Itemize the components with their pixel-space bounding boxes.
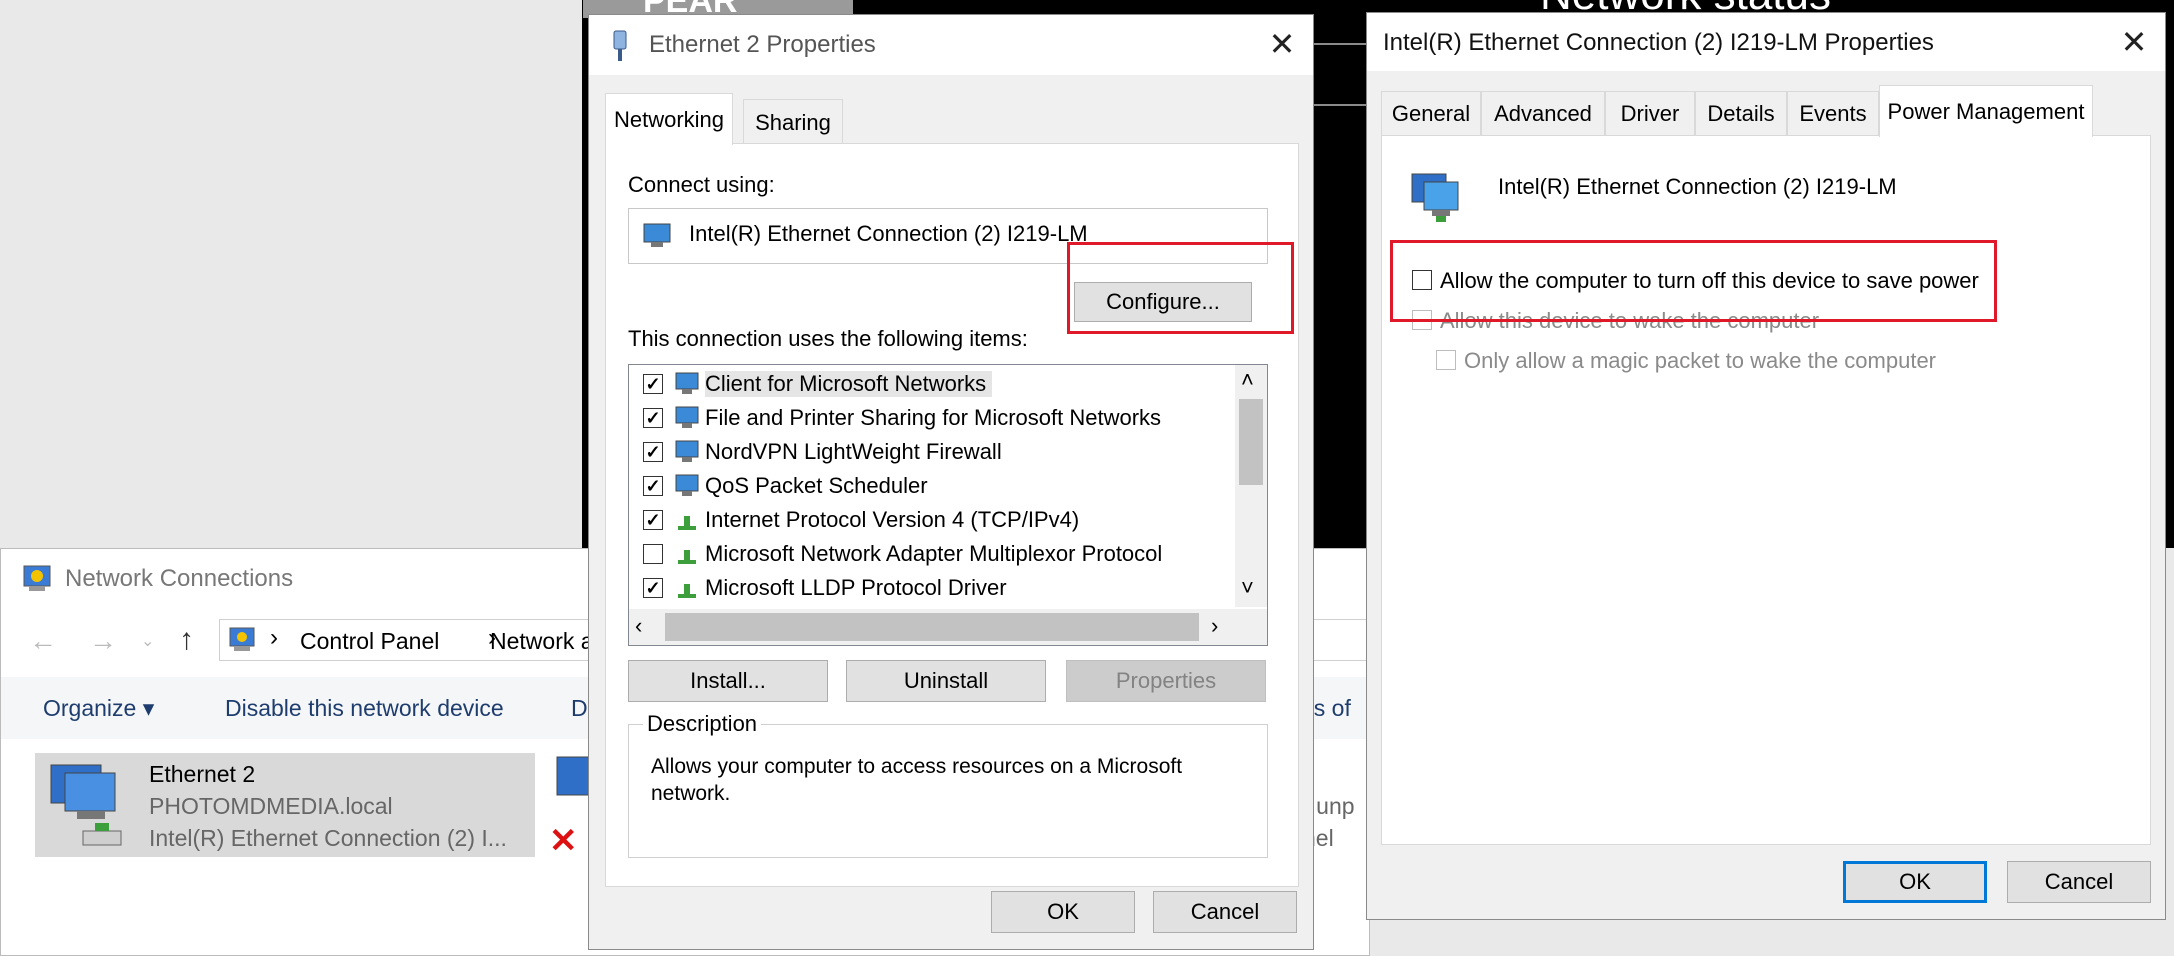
list-item[interactable]: ✓ Microsoft LLDP Protocol Driver xyxy=(629,571,1229,605)
item-label: QoS Packet Scheduler xyxy=(705,473,928,498)
magic-packet-checkbox[interactable] xyxy=(1436,350,1456,370)
close-icon[interactable]: ✕ xyxy=(2117,25,2151,59)
scroll-right-icon[interactable]: › xyxy=(1211,613,1218,639)
connection-name: Ethernet 2 xyxy=(149,761,256,787)
horizontal-scrollbar[interactable]: ‹ › xyxy=(629,609,1267,645)
tab-details[interactable]: Details xyxy=(1695,91,1787,135)
description-group: Description Allows your computer to acce… xyxy=(628,711,1268,858)
item-checkbox[interactable]: ✓ xyxy=(643,374,663,394)
network-client-icon xyxy=(675,372,699,394)
scroll-thumb[interactable] xyxy=(1239,399,1263,485)
items-list: ✓ Client for Microsoft Networks ✓ File and … xyxy=(628,364,1268,646)
scroll-down-icon[interactable]: ˅ xyxy=(1241,575,1254,601)
network-connections-icon xyxy=(23,565,51,591)
control-panel-icon xyxy=(229,627,255,651)
connection-item-2[interactable]: ✕ xyxy=(549,755,593,860)
description-text: Allows your computer to access resources… xyxy=(651,755,1183,805)
protocol-icon xyxy=(678,550,696,564)
ethernet-adapter-icon xyxy=(556,756,593,796)
ok-button[interactable]: OK xyxy=(1843,861,1987,903)
ethernet-adapter-icon xyxy=(50,764,122,846)
description-label: Description xyxy=(643,711,762,737)
item-label: Microsoft Network Adapter Multiplexor Pr… xyxy=(705,541,1163,566)
items-rows: ✓ Client for Microsoft Networks ✓ File and … xyxy=(629,367,1229,607)
connection-adapter: Intel(R) Ethernet Connection (2) I... xyxy=(149,825,507,851)
list-item[interactable]: ✓ NordVPN LightWeight Firewall xyxy=(629,435,1229,469)
item-checkbox[interactable]: ✓ xyxy=(643,442,663,462)
close-icon[interactable]: ✕ xyxy=(1265,27,1299,61)
protocol-icon xyxy=(678,516,696,530)
item-label: Client for Microsoft Networks xyxy=(705,371,993,397)
background-line-2 xyxy=(1310,104,1368,106)
tab-sharing[interactable]: Sharing xyxy=(743,99,843,145)
network-client-icon xyxy=(675,406,699,428)
tab-networking[interactable]: Networking xyxy=(605,93,733,145)
tab-events[interactable]: Events xyxy=(1787,91,1879,135)
connection-domain: PHOTOMDMEDIA.local xyxy=(149,793,393,819)
network-client-icon xyxy=(675,440,699,462)
disable-device-command[interactable]: Disable this network device xyxy=(225,695,504,722)
cancel-button[interactable]: Cancel xyxy=(1153,891,1297,933)
protocol-icon xyxy=(678,584,696,598)
item-checkbox[interactable]: ✓ xyxy=(643,510,663,530)
list-item[interactable]: ✓ QoS Packet Scheduler xyxy=(629,469,1229,503)
organize-menu[interactable]: Organize ▾ xyxy=(43,695,154,722)
breadcrumb-control-panel[interactable]: Control Panel xyxy=(300,628,439,655)
breadcrumb-network[interactable]: Network a xyxy=(490,628,594,655)
network-plug-icon xyxy=(613,30,627,61)
dialog-titlebar: Ethernet 2 Properties ✕ xyxy=(589,15,1313,75)
horizontal-scroll-thumb[interactable] xyxy=(665,613,1199,641)
items-label: This connection uses the following items… xyxy=(628,326,1028,351)
tab-advanced[interactable]: Advanced xyxy=(1481,91,1605,135)
uninstall-button[interactable]: Uninstall xyxy=(846,660,1046,702)
connection-item-ethernet-2[interactable]: Ethernet 2 PHOTOMDMEDIA.local Intel(R) E… xyxy=(35,753,535,857)
tab-driver[interactable]: Driver xyxy=(1605,91,1695,135)
item-label: Internet Protocol Version 4 (TCP/IPv4) xyxy=(705,507,1080,532)
list-item[interactable]: ✓ File and Printer Sharing for Microsoft … xyxy=(629,401,1229,435)
tab-general[interactable]: General xyxy=(1381,91,1481,135)
dialog-title: Ethernet 2 Properties xyxy=(649,31,876,58)
ethernet-properties-dialog: Ethernet 2 Properties ✕ Networking Shari… xyxy=(588,14,1314,950)
highlight-power-option xyxy=(1390,240,1997,322)
item-label: Microsoft LLDP Protocol Driver xyxy=(705,575,1007,600)
properties-button[interactable]: Properties xyxy=(1066,660,1266,702)
item-label: NordVPN LightWeight Firewall xyxy=(705,439,1002,464)
item-checkbox[interactable] xyxy=(643,544,663,564)
network-adapter-icon xyxy=(1411,173,1459,222)
disconnected-x-icon: ✕ xyxy=(549,822,578,860)
item-checkbox[interactable]: ✓ xyxy=(643,578,663,598)
dialog-titlebar: Intel(R) Ethernet Connection (2) I219-LM… xyxy=(1367,13,2165,71)
ok-button[interactable]: OK xyxy=(991,891,1135,933)
background-line-1 xyxy=(1310,43,1368,45)
adapter-name: Intel(R) Ethernet Connection (2) I219-LM xyxy=(689,221,1088,246)
item-checkbox[interactable]: ✓ xyxy=(643,408,663,428)
connect-using-label: Connect using: xyxy=(628,172,775,197)
network-client-icon xyxy=(675,474,699,496)
tab-power-management[interactable]: Power Management xyxy=(1879,85,2093,137)
breadcrumb-separator-icon: › xyxy=(270,624,278,651)
dialog-title: Intel(R) Ethernet Connection (2) I219-LM… xyxy=(1383,29,1934,56)
highlight-configure-button xyxy=(1067,242,1294,334)
item-label: File and Printer Sharing for Microsoft N… xyxy=(705,405,1162,430)
device-name: Intel(R) Ethernet Connection (2) I219-LM xyxy=(1498,174,1897,199)
network-connections-title: Network Connections xyxy=(65,565,294,592)
list-item[interactable]: Microsoft Network Adapter Multiplexor Pr… xyxy=(629,537,1229,571)
recent-dropdown-icon[interactable]: ⌄ xyxy=(141,631,154,651)
install-button[interactable]: Install... xyxy=(628,660,828,702)
list-item[interactable]: ✓ Internet Protocol Version 4 (TCP/IPv4) xyxy=(629,503,1229,537)
list-item[interactable]: ✓ Client for Microsoft Networks xyxy=(629,367,1229,401)
cancel-button[interactable]: Cancel xyxy=(2007,861,2151,903)
network-adapter-icon xyxy=(643,223,671,247)
forward-arrow-icon[interactable]: → xyxy=(89,625,117,657)
up-arrow-icon[interactable]: ↑ xyxy=(179,623,194,657)
scroll-left-icon[interactable]: ‹ xyxy=(635,613,642,639)
magic-packet-label: Only allow a magic packet to wake the co… xyxy=(1464,348,1937,373)
item-checkbox[interactable]: ✓ xyxy=(643,476,663,496)
vertical-scrollbar[interactable]: ˄ ˅ xyxy=(1235,365,1267,607)
scroll-up-icon[interactable]: ˄ xyxy=(1241,367,1254,393)
back-arrow-icon[interactable]: ← xyxy=(29,625,57,657)
intel-adapter-properties-dialog: Intel(R) Ethernet Connection (2) I219-LM… xyxy=(1366,12,2166,920)
